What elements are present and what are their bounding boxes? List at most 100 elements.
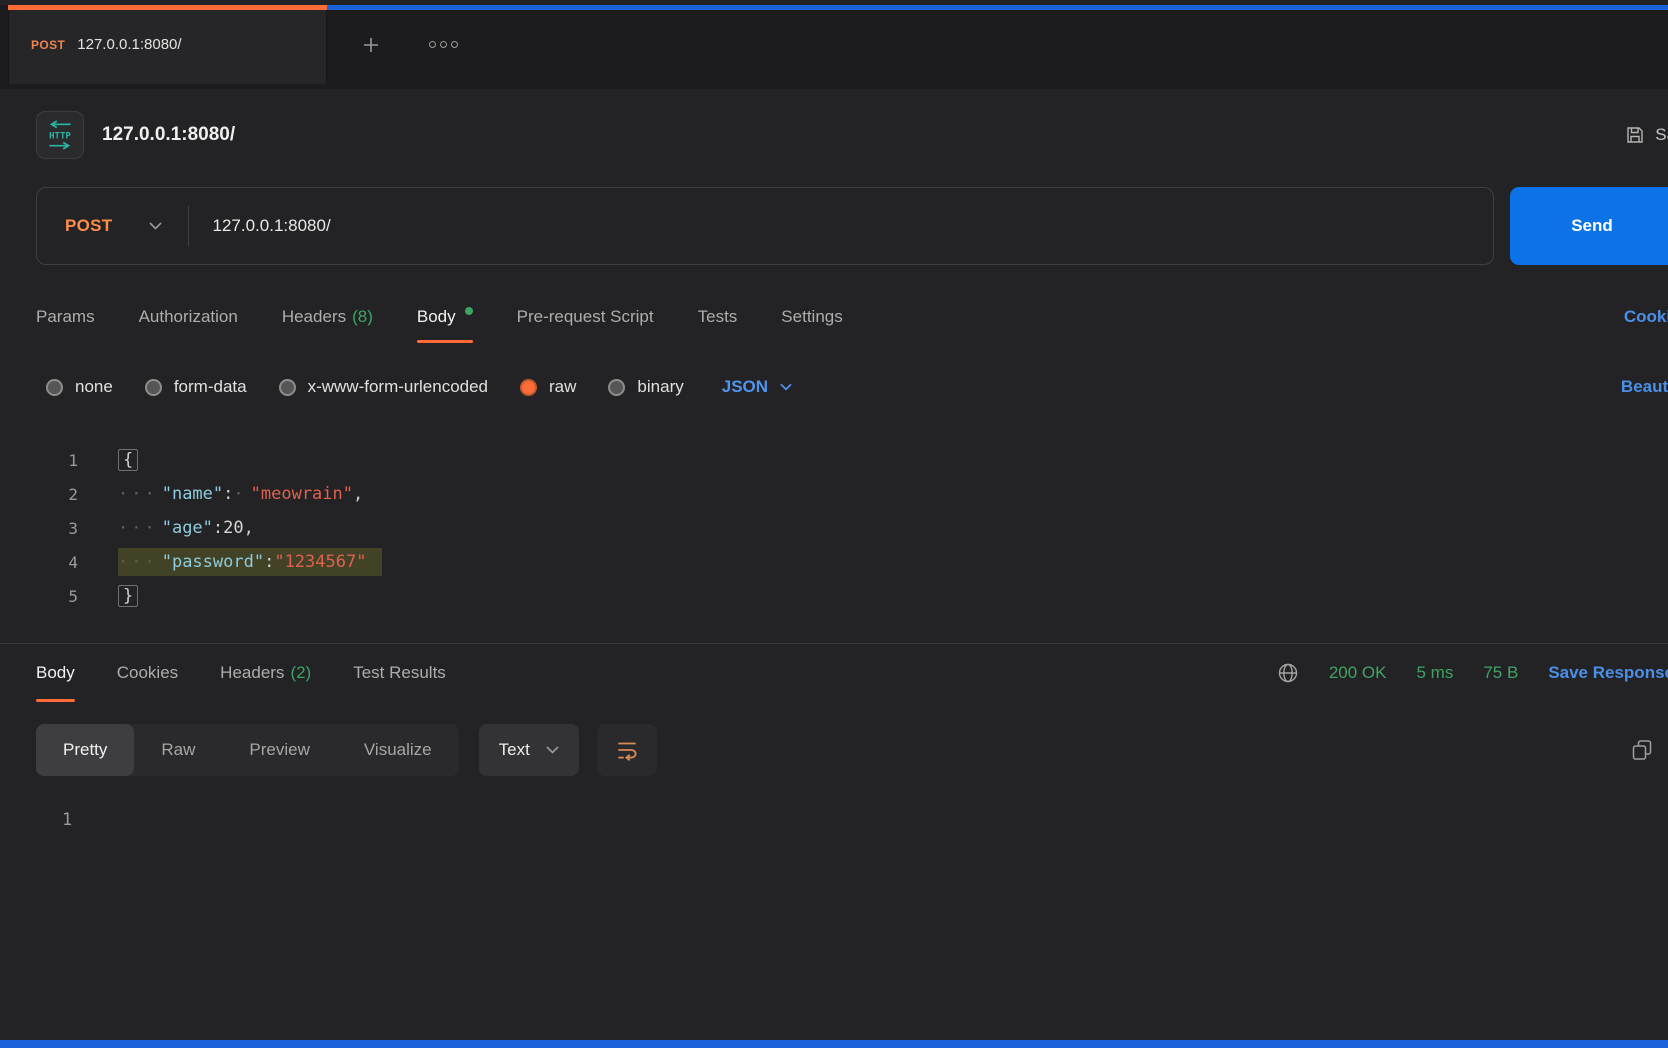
response-tab-test-results[interactable]: Test Results (353, 644, 446, 702)
response-tabs: Body Cookies Headers (2) Test Results 20… (0, 644, 1668, 702)
method-label: POST (65, 216, 113, 236)
tab-authorization[interactable]: Authorization (139, 291, 238, 343)
tab-url-label: 127.0.0.1:8080/ (77, 36, 181, 53)
tab-tests[interactable]: Tests (698, 291, 738, 343)
method-select[interactable]: POST (37, 188, 188, 264)
body-type-form-data[interactable]: form-data (145, 377, 247, 397)
body-type-raw[interactable]: raw (520, 377, 576, 397)
url-input[interactable] (189, 216, 1494, 236)
body-modified-dot (465, 307, 473, 315)
tab-pre-request-script[interactable]: Pre-request Script (517, 291, 654, 343)
ellipsis-icon (429, 41, 436, 48)
highlighted-line: ···"password":"1234567" (118, 548, 382, 576)
response-tab-cookies[interactable]: Cookies (117, 644, 178, 702)
more-tabs-button[interactable] (421, 33, 466, 56)
chevron-down-icon (780, 383, 792, 391)
json-number: 20 (223, 518, 243, 538)
response-toolbar-right (1630, 735, 1668, 765)
whitespace-dots: ··· (118, 552, 158, 572)
window-accent-strip (327, 5, 1668, 10)
language-select[interactable]: JSON (722, 377, 792, 397)
whitespace-dots: ··· (118, 484, 158, 504)
chevron-down-icon (149, 222, 162, 230)
response-tab-headers[interactable]: Headers (2) (220, 644, 311, 702)
network-globe-icon (1277, 662, 1299, 684)
code-line: 3 ···"age":20, (0, 511, 1668, 545)
send-button[interactable]: Send (1510, 187, 1668, 265)
status-badge: 200 OK (1329, 663, 1387, 683)
radio-icon (145, 379, 162, 396)
line-number: 2 (0, 485, 78, 504)
copy-response-button[interactable] (1630, 738, 1654, 762)
open-brace: { (118, 449, 138, 471)
response-toolbar: Pretty Raw Preview Visualize Text (0, 724, 1668, 776)
radio-icon (46, 379, 63, 396)
response-meta: 200 OK 5 ms 75 B Save Response (1277, 644, 1668, 702)
line-number: 4 (0, 553, 78, 572)
chevron-down-icon (546, 746, 559, 754)
text-wrap-icon (614, 737, 640, 763)
response-view-switcher: Pretty Raw Preview Visualize (36, 724, 459, 776)
beautify-link[interactable]: Beautify (1621, 377, 1668, 397)
body-type-none[interactable]: none (46, 377, 113, 397)
json-value: "meowrain" (251, 484, 353, 504)
radio-icon (608, 379, 625, 396)
window-bottom-strip (0, 1040, 1668, 1048)
svg-text:HTTP: HTTP (49, 132, 71, 142)
code-line: 1 { (0, 443, 1668, 477)
copy-icon (1630, 738, 1654, 762)
tab-bar: POST 127.0.0.1:8080/ (0, 5, 1668, 89)
wrap-lines-button[interactable] (597, 724, 657, 776)
new-tab-button[interactable] (353, 27, 389, 63)
response-tab-body[interactable]: Body (36, 644, 75, 702)
view-raw[interactable]: Raw (134, 724, 222, 776)
tab-settings[interactable]: Settings (781, 291, 842, 343)
line-number: 5 (0, 587, 78, 606)
request-tab[interactable]: POST 127.0.0.1:8080/ (8, 5, 327, 84)
tab-headers[interactable]: Headers (8) (282, 291, 373, 343)
code-line-highlighted: 4 ···"password":"1234567" (0, 545, 1668, 579)
response-format-select[interactable]: Text (479, 724, 579, 776)
view-visualize[interactable]: Visualize (337, 724, 459, 776)
url-box: POST (36, 187, 1494, 265)
line-number: 3 (0, 519, 78, 538)
save-label: Save (1655, 125, 1668, 145)
save-response-link[interactable]: Save Response (1548, 663, 1668, 683)
plus-icon (361, 35, 381, 55)
request-url-bar: POST Send (0, 187, 1668, 265)
body-type-binary[interactable]: binary (608, 377, 683, 397)
body-type-urlencoded[interactable]: x-www-form-urlencoded (279, 377, 488, 397)
close-brace: } (118, 585, 138, 607)
response-line-number: 1 (62, 810, 72, 830)
tab-body[interactable]: Body (417, 291, 473, 343)
response-body-viewer: 1 (0, 810, 1668, 830)
response-headers-count-badge: (2) (290, 663, 311, 683)
code-line: 2 ···"name":·"meowrain", (0, 477, 1668, 511)
whitespace-dots: ··· (118, 518, 158, 538)
active-tab-accent-strip (8, 5, 327, 10)
http-request-icon: HTTP (36, 111, 84, 159)
save-button[interactable]: Save (1625, 125, 1668, 145)
code-line: 5 } (0, 579, 1668, 613)
headers-count-badge: (8) (352, 307, 373, 327)
tab-method-label: POST (31, 38, 65, 52)
radio-icon (279, 379, 296, 396)
json-key: "name" (162, 484, 223, 504)
response-time: 5 ms (1416, 663, 1453, 683)
body-type-options: none form-data x-www-form-urlencoded raw… (0, 365, 1668, 409)
request-header: HTTP 127.0.0.1:8080/ Save (0, 107, 1668, 163)
whitespace-dot: · (233, 484, 246, 504)
http-arrows-icon: HTTP (44, 119, 76, 151)
request-body-editor[interactable]: 1 { 2 ···"name":·"meowrain", 3 ···"age":… (0, 443, 1668, 613)
app-window: POST 127.0.0.1:8080/ HTTP 127.0. (0, 0, 1668, 1048)
json-key: "password" (162, 552, 264, 572)
request-tabs: Params Authorization Headers (8) Body Pr… (0, 291, 1668, 343)
tab-params[interactable]: Params (36, 291, 95, 343)
response-size: 75 B (1483, 663, 1518, 683)
view-pretty[interactable]: Pretty (36, 724, 134, 776)
view-preview[interactable]: Preview (222, 724, 336, 776)
save-icon (1625, 125, 1645, 145)
radio-selected-icon (520, 379, 537, 396)
line-number: 1 (0, 451, 78, 470)
cookies-link[interactable]: Cookies (1624, 291, 1668, 343)
